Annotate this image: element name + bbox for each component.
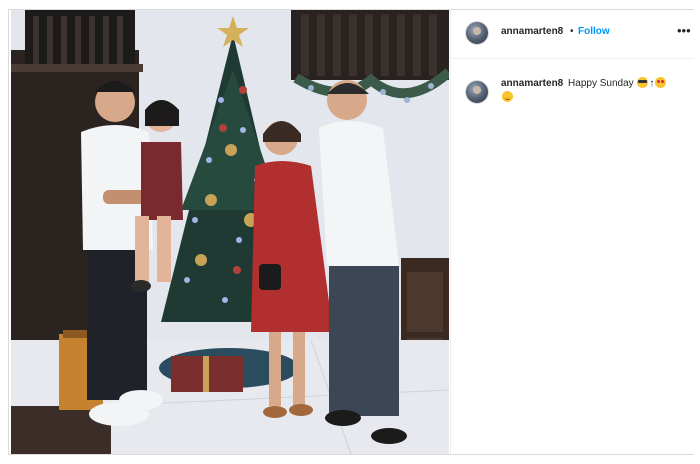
post-photo[interactable] — [11, 10, 449, 454]
more-options-icon[interactable]: ••• — [677, 23, 691, 38]
up-arrow-icon: ↑ — [649, 78, 655, 89]
hugging-emoji-icon — [502, 91, 513, 102]
post-sidebar: annamarten8 • Follow ••• annamarten8 Hap… — [450, 10, 694, 454]
separator-dot: • — [570, 26, 574, 37]
header-username[interactable]: annamarten8 — [501, 26, 563, 37]
follow-button[interactable]: Follow — [578, 26, 610, 37]
caption-username[interactable]: annamarten8 — [501, 78, 563, 89]
heart-eyes-emoji-icon — [655, 77, 667, 88]
caption-avatar[interactable] — [465, 80, 489, 104]
sunglasses-emoji-icon — [637, 77, 649, 88]
post-header: annamarten8 • Follow ••• — [451, 10, 694, 59]
post-caption: annamarten8 Happy Sunday ↑ — [501, 77, 686, 105]
caption-text: Happy Sunday — [568, 78, 634, 89]
family-christmas-photo — [11, 10, 449, 454]
avatar[interactable] — [465, 21, 489, 45]
instagram-post: annamarten8 • Follow ••• annamarten8 Hap… — [8, 9, 694, 455]
